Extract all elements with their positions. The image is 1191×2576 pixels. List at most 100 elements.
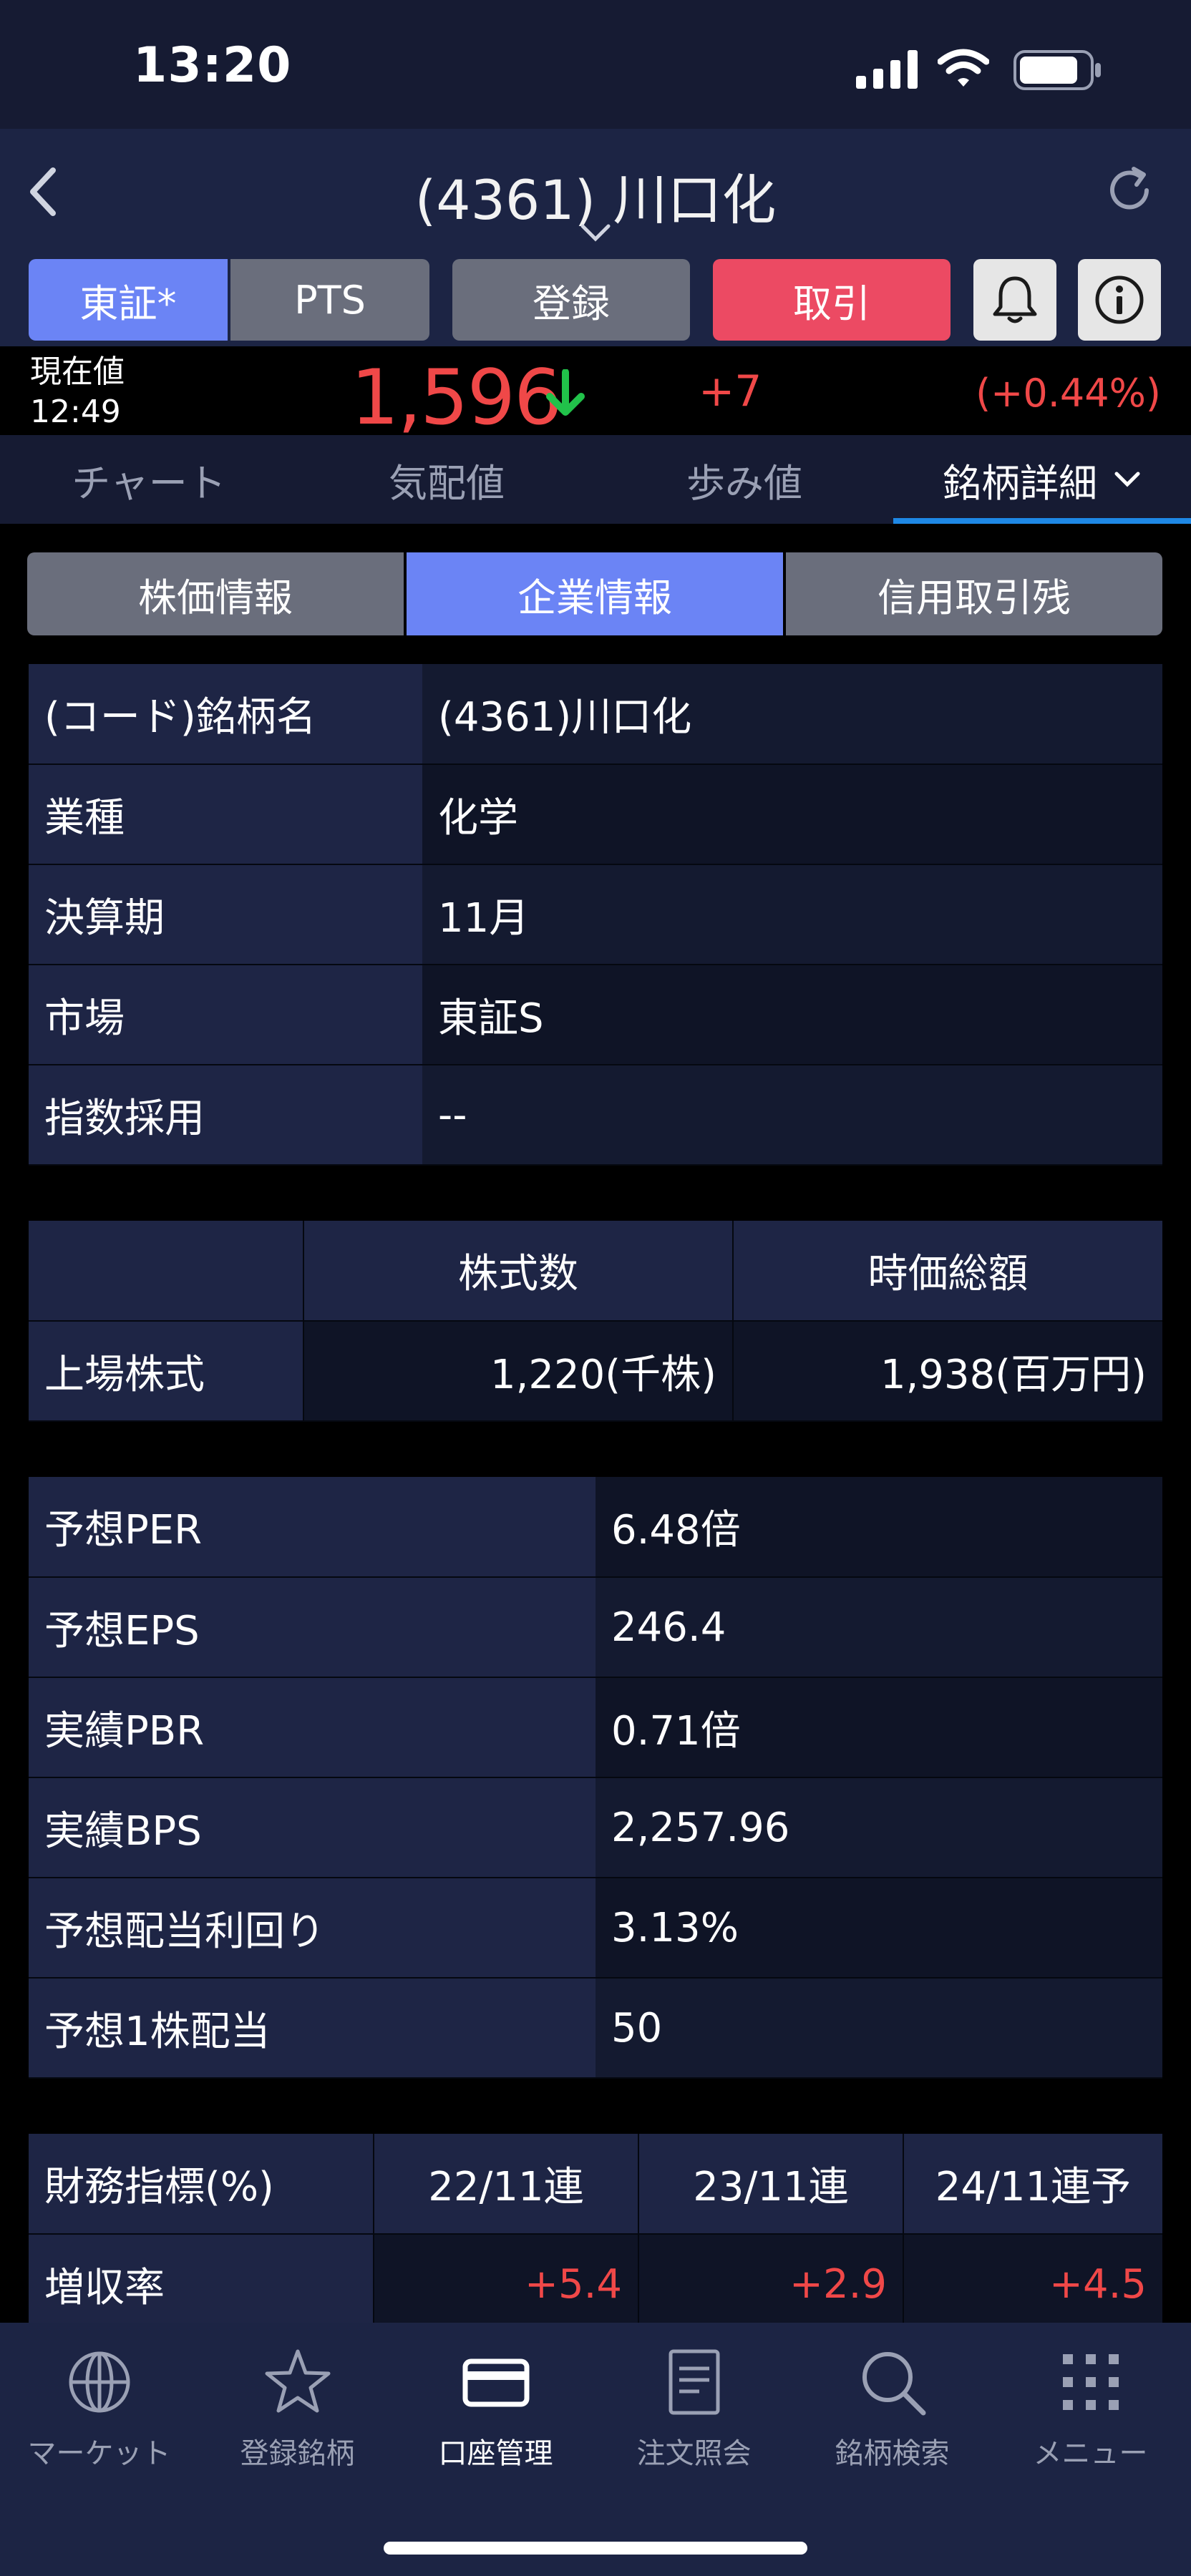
register-button[interactable]: 登録 <box>452 259 690 341</box>
trade-button[interactable]: 取引 <box>713 259 951 341</box>
table-row: 予想EPS 246.4 <box>29 1577 1162 1678</box>
tosho-market-button[interactable]: 東証* <box>29 259 228 341</box>
table-row: 実績BPS 2,257.96 <box>29 1777 1162 1878</box>
valuation-value: 50 <box>596 1978 1162 2079</box>
financials-row-label: 増収率 <box>29 2234 374 2335</box>
period-header: 23/11連 <box>638 2134 903 2235</box>
chevron-down-icon[interactable] <box>578 222 613 243</box>
table-row: 実績PBR 0.71倍 <box>29 1677 1162 1778</box>
refresh-icon[interactable] <box>1102 163 1157 218</box>
current-price-label: 現在値 12:49 <box>30 352 125 432</box>
nav-orders[interactable]: 注文照会 <box>595 2323 793 2479</box>
nav-menu[interactable]: メニュー <box>991 2323 1190 2479</box>
table-row: 予想1株配当 50 <box>29 1978 1162 2079</box>
valuation-value: 3.13% <box>596 1878 1162 1979</box>
table-row: 予想PER 6.48倍 <box>29 1477 1162 1578</box>
valuation-value: 0.71倍 <box>596 1677 1162 1778</box>
valuation-label: 予想EPS <box>29 1577 596 1678</box>
company-info-label: 業種 <box>29 764 422 865</box>
table-row: 上場株式 1,220(千株) 1,938(百万円) <box>29 1321 1162 1422</box>
nav-watchlist-label: 登録銘柄 <box>240 2437 355 2470</box>
status-bar: 13:20 <box>0 0 1191 129</box>
nav-account[interactable]: 口座管理 <box>397 2323 595 2479</box>
pts-market-button[interactable]: PTS <box>230 259 429 341</box>
valuation-value: 6.48倍 <box>596 1477 1162 1578</box>
table-corner-cell <box>29 1221 303 1322</box>
price-row: 現在値 12:49 1,596 +7 (+0.44%) <box>0 346 1191 441</box>
star-icon <box>265 2349 331 2413</box>
market-cap-value: 1,938(百万円) <box>732 1321 1162 1422</box>
subtab-price-info[interactable]: 株価情報 <box>27 552 404 635</box>
company-info-value: -- <box>422 1065 1162 1166</box>
active-tab-underline <box>893 518 1191 524</box>
battery-icon <box>1013 50 1101 90</box>
company-info-value: 東証S <box>422 965 1162 1065</box>
globe-icon <box>69 2351 130 2413</box>
signal-icon <box>856 50 918 89</box>
table-row: 市場 東証S <box>29 965 1162 1065</box>
valuation-value: 2,257.96 <box>596 1777 1162 1878</box>
home-indicator[interactable] <box>384 2542 807 2555</box>
column-header-share-count: 株式数 <box>303 1221 733 1322</box>
table-row: 業種 化学 <box>29 764 1162 865</box>
nav-search[interactable]: 銘柄検索 <box>793 2323 991 2479</box>
valuation-label: 予想PER <box>29 1477 596 1578</box>
valuation-label: 実績PBR <box>29 1677 596 1778</box>
shares-table: 株式数 時価総額 上場株式 1,220(千株) 1,938(百万円) <box>29 1221 1162 1422</box>
financials-header-label: 財務指標(%) <box>29 2134 374 2235</box>
card-icon <box>462 2358 530 2407</box>
table-row: (コード)銘柄名 (4361)川口化 <box>29 664 1162 765</box>
info-icon <box>1095 275 1144 324</box>
tab-stock-details[interactable]: 銘柄詳細 <box>893 435 1191 524</box>
grid-icon <box>1063 2354 1119 2410</box>
company-info-label: 市場 <box>29 965 422 1065</box>
financials-value: +4.5 <box>903 2234 1162 2335</box>
tab-stock-details-label: 銘柄詳細 <box>943 460 1097 506</box>
current-price-label-text: 現在値 <box>30 353 125 390</box>
search-icon <box>862 2352 926 2416</box>
table-header-row: 財務指標(%) 22/11連 23/11連 24/11連予 <box>29 2134 1162 2235</box>
tab-quotes[interactable]: 気配値 <box>298 435 596 524</box>
table-row: 指数採用 -- <box>29 1065 1162 1166</box>
chevron-down-icon <box>1114 472 1140 487</box>
table-header-row: 株式数 時価総額 <box>29 1221 1162 1322</box>
company-info-label: (コード)銘柄名 <box>29 664 422 765</box>
period-header: 24/11連予 <box>903 2134 1162 2235</box>
company-info-label: 指数採用 <box>29 1065 422 1166</box>
tab-chart[interactable]: チャート <box>0 435 298 524</box>
document-icon <box>669 2349 720 2415</box>
toolbar: 東証* PTS 登録 取引 <box>0 253 1191 346</box>
status-time: 13:20 <box>133 37 292 94</box>
bell-icon <box>993 276 1037 323</box>
company-info-value: (4361)川口化 <box>422 664 1162 765</box>
valuation-value: 246.4 <box>596 1577 1162 1678</box>
nav-search-label: 銘柄検索 <box>835 2437 950 2470</box>
arrow-down-icon <box>546 369 585 416</box>
price-change-percent: (+0.44%) <box>976 371 1161 416</box>
company-info-value: 化学 <box>422 764 1162 865</box>
table-row: 決算期 11月 <box>29 864 1162 965</box>
table-row: 予想配当利回り 3.13% <box>29 1878 1162 1979</box>
nav-account-label: 口座管理 <box>438 2437 553 2470</box>
nav-watchlist[interactable]: 登録銘柄 <box>198 2323 397 2479</box>
bottom-nav: マーケット 登録銘柄 口座管理 注文照会 銘柄検索 メニュー <box>0 2323 1191 2479</box>
company-info-table: (コード)銘柄名 (4361)川口化 業種 化学 決算期 11月 市場 東証S … <box>29 664 1162 1166</box>
tab-tick-history[interactable]: 歩み値 <box>596 435 893 524</box>
subtab-margin-balance[interactable]: 信用取引残 <box>786 552 1162 635</box>
share-count-value: 1,220(千株) <box>303 1321 733 1422</box>
valuation-table: 予想PER 6.48倍 予想EPS 246.4 実績PBR 0.71倍 実績BP… <box>29 1477 1162 2079</box>
company-info-label: 決算期 <box>29 864 422 965</box>
valuation-label: 予想1株配当 <box>29 1978 596 2079</box>
home-indicator-area <box>0 2479 1191 2576</box>
current-price: 1,596 <box>351 353 562 441</box>
financials-value: +5.4 <box>373 2234 638 2335</box>
alert-button[interactable] <box>973 259 1056 341</box>
table-row: 増収率 +5.4 +2.9 +4.5 <box>29 2234 1162 2335</box>
price-change: +7 <box>699 366 762 416</box>
info-button[interactable] <box>1078 259 1161 341</box>
financials-value: +2.9 <box>638 2234 903 2335</box>
period-header: 22/11連 <box>373 2134 638 2235</box>
financials-table: 財務指標(%) 22/11連 23/11連 24/11連予 増収率 +5.4 +… <box>29 2134 1162 2335</box>
nav-market[interactable]: マーケット <box>0 2323 198 2479</box>
subtab-company-info[interactable]: 企業情報 <box>407 552 783 635</box>
